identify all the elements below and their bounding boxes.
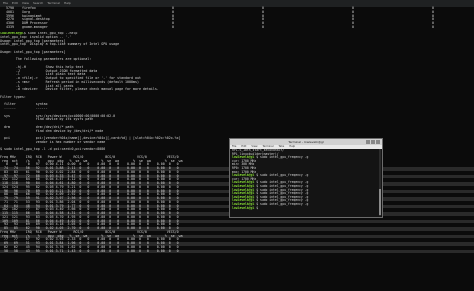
menu-help[interactable]: Help [64,0,71,7]
overlay-scrollbar-thumb[interactable] [379,189,381,215]
overlay-prompt-command: $ sudo intel_gpu_freqency -g [254,173,309,178]
minimize-icon[interactable] [366,140,370,144]
process-cell-v3: 0 [352,24,354,29]
overlay-prompt-command: $ sudo intel_gpu_freqency -g [254,155,309,160]
overlay-title-text: Terminal - lowlevelk@gl [288,140,324,144]
terminal-line: 58 58 43 95 0.01 3.71 1.43 0 0 0.00 0 0 … [0,249,474,254]
overlay-line: lowlevelk@gl $ [232,205,382,211]
process-cell-v2: 0 [262,24,264,29]
overlay-prompt-command: $ sudo intel_gpu_freqency -g [254,201,309,206]
process-cell-v4: 0 [432,24,434,29]
process-row: 4339 gnome-manager 0 0 0 0 [0,24,474,30]
close-icon[interactable] [376,140,380,144]
process-cell-v1: 0 [172,24,174,29]
overlay-menu-item[interactable]: Help [289,145,295,149]
overlay-terminal-window[interactable]: Terminal - lowlevelk@gl File Edit View Term… [229,138,383,218]
maximize-icon[interactable] [371,140,375,144]
process-cell-pid: 4339 [6,24,14,29]
overlay-scrollbar[interactable] [379,149,381,216]
overlay-prompt-command: $ [254,205,260,210]
terminal-menubar: File Edit View Search Terminal Help [0,0,474,7]
overlay-terminal-output[interactable]: RPL-S_10th_start_secondhalf/RPL_linuxbui… [230,149,382,217]
menu-terminal[interactable]: Terminal [47,0,60,7]
process-cell-name: gnome-manager [22,24,48,29]
process-table: 5790 firefox 0 0 0 0 4081 Xorg 0 0 0 0 3996 kwinanima… [0,6,474,30]
overlay-titlebar[interactable]: Terminal - lowlevelk@gl [230,139,382,145]
overlay-prompt-user: lowlevelk@gl [232,205,255,210]
